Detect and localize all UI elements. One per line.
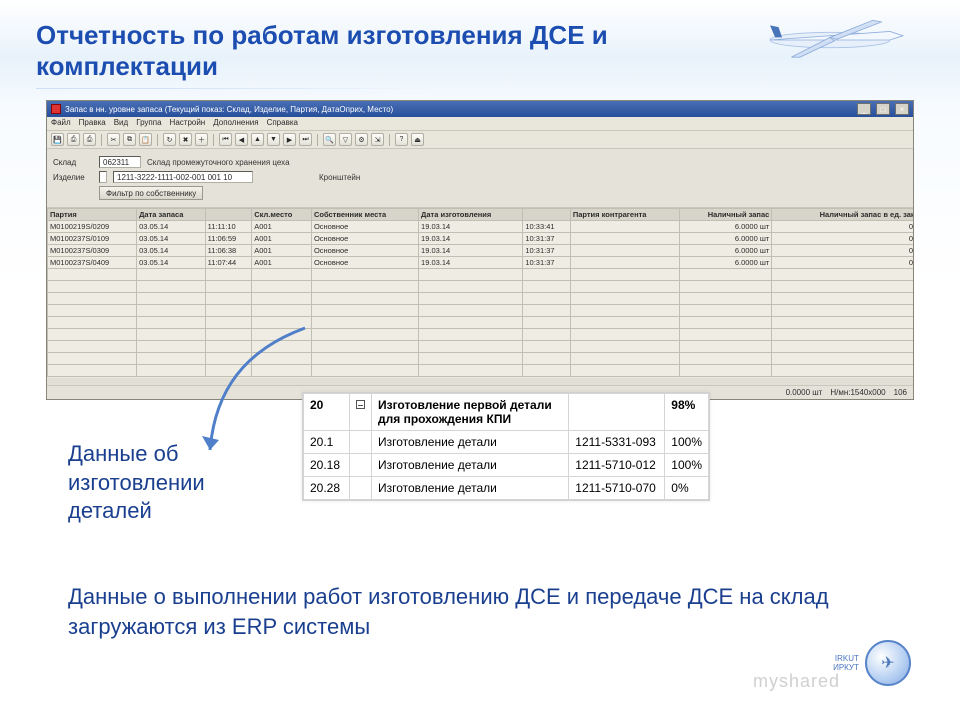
prev-icon[interactable]: ◀ [235, 133, 248, 146]
menu-group[interactable]: Группа [136, 118, 161, 129]
window-title: Запас в нн. уровне запаса (Текущий показ… [65, 105, 393, 114]
sklad-label: Склад [53, 158, 93, 167]
izdelie-code-input[interactable]: 1211-3222-1111-002-001 001 10 [113, 171, 253, 183]
kpi-table: 20 Изготовление первой детали для прохож… [302, 392, 710, 501]
table-row [48, 365, 914, 377]
cfg-icon[interactable]: ⚙ [355, 133, 368, 146]
find-icon[interactable]: 🔍 [323, 133, 336, 146]
exit-icon[interactable]: ⏏ [411, 133, 424, 146]
kpi-header-code [569, 394, 665, 431]
table-row[interactable]: M0100237S/010903.05.1411:06:59A001Основн… [48, 233, 914, 245]
first-icon[interactable]: ⏮ [219, 133, 232, 146]
erp-toolbar: 💾 ⎙ ⎙ ✂ ⧉ 📋 ↻ ✖ ＋ ⏮ ◀ ▲ ▼ ▶ ⏭ 🔍 ▽ ⚙ ⇲ ? … [47, 131, 913, 149]
table-row [48, 317, 914, 329]
caption-erp: Данные о выполнении работ изготовлению Д… [68, 582, 888, 641]
izdelie-label: Изделие [53, 173, 93, 182]
footer-sum: 0.0000 шт [786, 388, 823, 397]
up-icon[interactable]: ▲ [251, 133, 264, 146]
izdelie-picker[interactable] [99, 171, 107, 183]
menu-file[interactable]: Файл [51, 118, 71, 129]
table-row [48, 305, 914, 317]
table-row [48, 341, 914, 353]
table-row [48, 353, 914, 365]
kpi-row: 20.1Изготовление детали1211-5331-093100% [304, 431, 709, 454]
print-icon[interactable]: ⎙ [67, 133, 80, 146]
kpi-header-pct: 98% [665, 394, 709, 431]
app-icon [51, 104, 61, 114]
save-icon[interactable]: 💾 [51, 133, 64, 146]
minimize-button[interactable]: _ [857, 103, 871, 115]
close-button[interactable]: × [895, 103, 909, 115]
kpi-header-text: Изготовление первой детали для прохожден… [372, 394, 569, 431]
table-row [48, 329, 914, 341]
menu-help[interactable]: Справка [267, 118, 298, 129]
sklad-code-input[interactable]: 062311 [99, 156, 141, 168]
kpi-row: 20.18Изготовление детали1211-5710-012100… [304, 454, 709, 477]
printset-icon[interactable]: ⎙ [83, 133, 96, 146]
menu-edit[interactable]: Правка [79, 118, 106, 129]
menu-addons[interactable]: Дополнения [213, 118, 258, 129]
kpi-header-num: 20 [304, 394, 350, 431]
grid-header-row: ПартияДата запаса Скл.местоСобственник м… [48, 209, 914, 221]
maximize-button[interactable]: □ [876, 103, 890, 115]
kpi-row: 20.28Изготовление детали1211-5710-0700% [304, 477, 709, 500]
help-icon[interactable]: ? [395, 133, 408, 146]
sklad-name: Склад промежуточного хранения цеха [147, 158, 290, 167]
table-row[interactable]: M0100219S/020903.05.1411:11:10A001Основн… [48, 221, 914, 233]
table-row [48, 269, 914, 281]
table-row[interactable]: M0100237S/040903.05.1411:07:44A001Основн… [48, 257, 914, 269]
table-row[interactable]: M0100237S/030903.05.1411:06:38A001Основн… [48, 245, 914, 257]
brand-logo: IRKUT ИРКУТ ✈ [812, 640, 932, 708]
last-icon[interactable]: ⏭ [299, 133, 312, 146]
caption-manufacture: Данные об изготовлении деталей [68, 440, 288, 526]
table-row [48, 281, 914, 293]
kpi-header-row: 20 Изготовление первой детали для прохож… [304, 394, 709, 431]
logo-icon: ✈ [865, 640, 911, 686]
paste-icon[interactable]: 📋 [139, 133, 152, 146]
owner-filter-button[interactable]: Фильтр по собственнику [99, 186, 203, 200]
table-row [48, 293, 914, 305]
erp-grid[interactable]: ПартияДата запаса Скл.местоСобственник м… [47, 208, 913, 378]
copy-icon[interactable]: ⧉ [123, 133, 136, 146]
refresh-icon[interactable]: ↻ [163, 133, 176, 146]
export-icon[interactable]: ⇲ [371, 133, 384, 146]
erp-menubar: Файл Правка Вид Группа Настройн Дополнен… [47, 117, 913, 131]
status-num: 106 [894, 388, 907, 397]
airplane-graphic [740, 10, 920, 70]
delete-icon[interactable]: ✖ [179, 133, 192, 146]
erp-filter-panel: Склад 062311 Склад промежуточного хранен… [47, 149, 913, 208]
cut-icon[interactable]: ✂ [107, 133, 120, 146]
collapse-icon[interactable] [350, 394, 372, 431]
slide-title: Отчетность по работам изготовления ДСЕ и… [0, 0, 620, 109]
menu-view[interactable]: Вид [114, 118, 128, 129]
new-icon[interactable]: ＋ [195, 133, 208, 146]
erp-window: Запас в нн. уровне запаса (Текущий показ… [46, 100, 914, 400]
izdelie-name: Кронштейн [319, 173, 360, 182]
next-icon[interactable]: ▶ [283, 133, 296, 146]
menu-settings[interactable]: Настройн [170, 118, 206, 129]
status-dim: H/мн:1540х000 [830, 388, 885, 397]
down-icon[interactable]: ▼ [267, 133, 280, 146]
filter-icon[interactable]: ▽ [339, 133, 352, 146]
erp-titlebar: Запас в нн. уровне запаса (Текущий показ… [47, 101, 913, 117]
